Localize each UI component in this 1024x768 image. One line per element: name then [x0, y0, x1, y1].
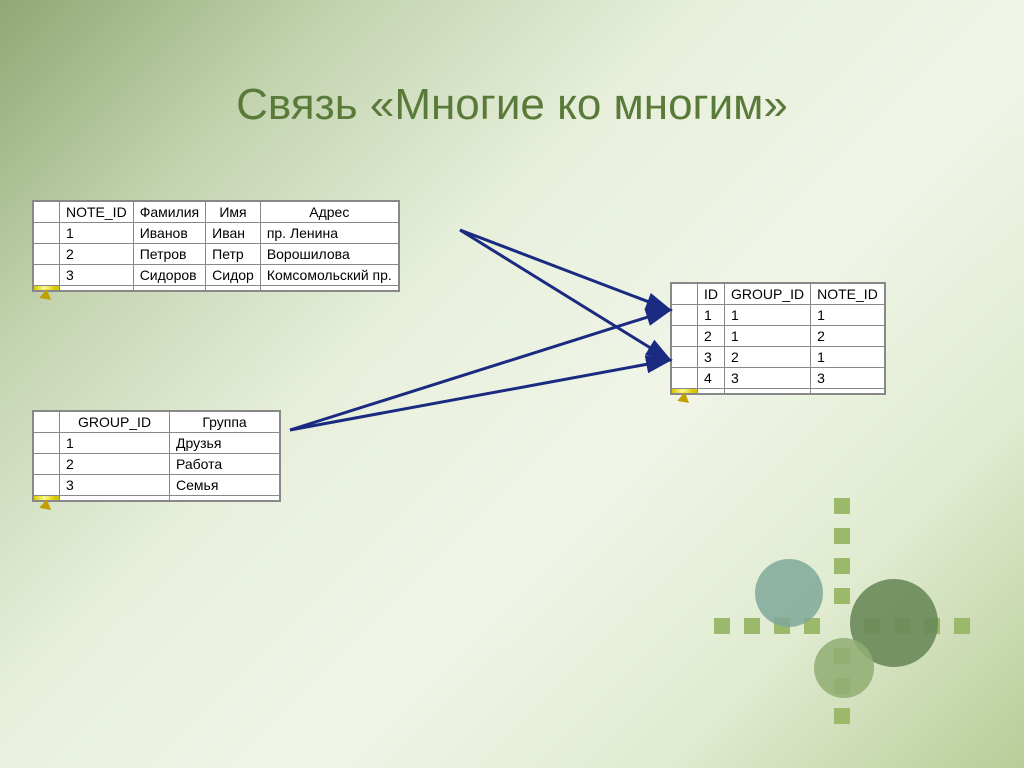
- table-row: 3 Семья: [34, 475, 280, 496]
- new-row-icon: [34, 286, 60, 291]
- table-row: 3 2 1: [672, 347, 885, 368]
- groups-table: GROUP_ID Группа 1 Друзья 2 Работа 3 Семь…: [32, 410, 281, 502]
- new-row: [672, 389, 885, 394]
- table-row: 1 Иванов Иван пр. Ленина: [34, 223, 399, 244]
- junction-table: ID GROUP_ID NOTE_ID 1 1 1 2 1 2 3 2 1 4 …: [670, 282, 886, 395]
- new-row: [34, 286, 399, 291]
- new-row-icon: [672, 389, 698, 394]
- col-header: GROUP_ID: [725, 284, 811, 305]
- col-header: GROUP_ID: [60, 412, 170, 433]
- row-selector-header: [672, 284, 698, 305]
- notes-table: NOTE_ID Фамилия Имя Адрес 1 Иванов Иван …: [32, 200, 400, 292]
- col-header: Фамилия: [133, 202, 205, 223]
- col-header: ID: [698, 284, 725, 305]
- col-header: Адрес: [260, 202, 398, 223]
- col-header: Имя: [206, 202, 261, 223]
- table-row: 4 3 3: [672, 368, 885, 389]
- decorative-graphic: [694, 498, 994, 728]
- table-row: 2 Работа: [34, 454, 280, 475]
- table-row: 2 Петров Петр Ворошилова: [34, 244, 399, 265]
- slide-title: Связь «Многие ко многим»: [0, 0, 1024, 130]
- table-row: 2 1 2: [672, 326, 885, 347]
- row-selector-header: [34, 202, 60, 223]
- col-header: NOTE_ID: [811, 284, 885, 305]
- col-header: NOTE_ID: [60, 202, 134, 223]
- col-header: Группа: [170, 412, 280, 433]
- new-row: [34, 496, 280, 501]
- table-row: 1 1 1: [672, 305, 885, 326]
- table-row: 1 Друзья: [34, 433, 280, 454]
- row-selector-header: [34, 412, 60, 433]
- new-row-icon: [34, 496, 60, 501]
- table-row: 3 Сидоров Сидор Комсомольский пр.: [34, 265, 399, 286]
